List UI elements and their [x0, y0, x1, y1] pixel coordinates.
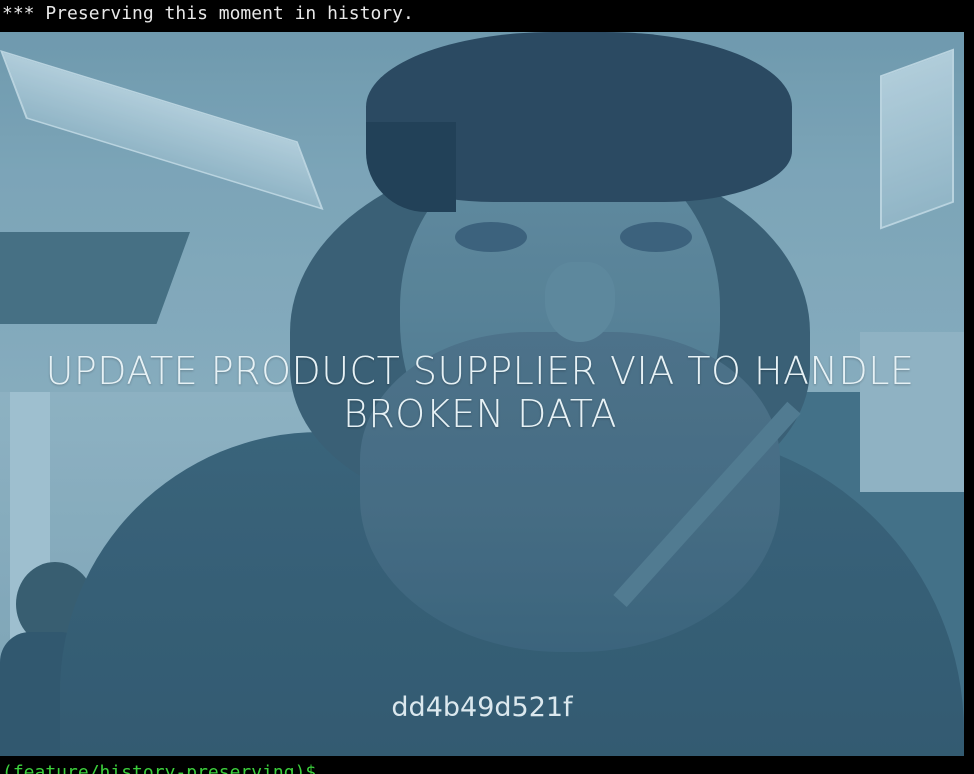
terminal-output-line: *** Preserving this moment in history. [2, 3, 414, 24]
shell-prompt: (feature/history-preserving)$ [2, 762, 317, 774]
commit-message-caption: UPDATE PRODUCT SUPPLIER VIA TO HANDLE BR… [45, 349, 915, 436]
commit-sha-caption: dd4b49d521f [391, 692, 573, 723]
webcam-snapshot: UPDATE PRODUCT SUPPLIER VIA TO HANDLE BR… [0, 32, 964, 756]
